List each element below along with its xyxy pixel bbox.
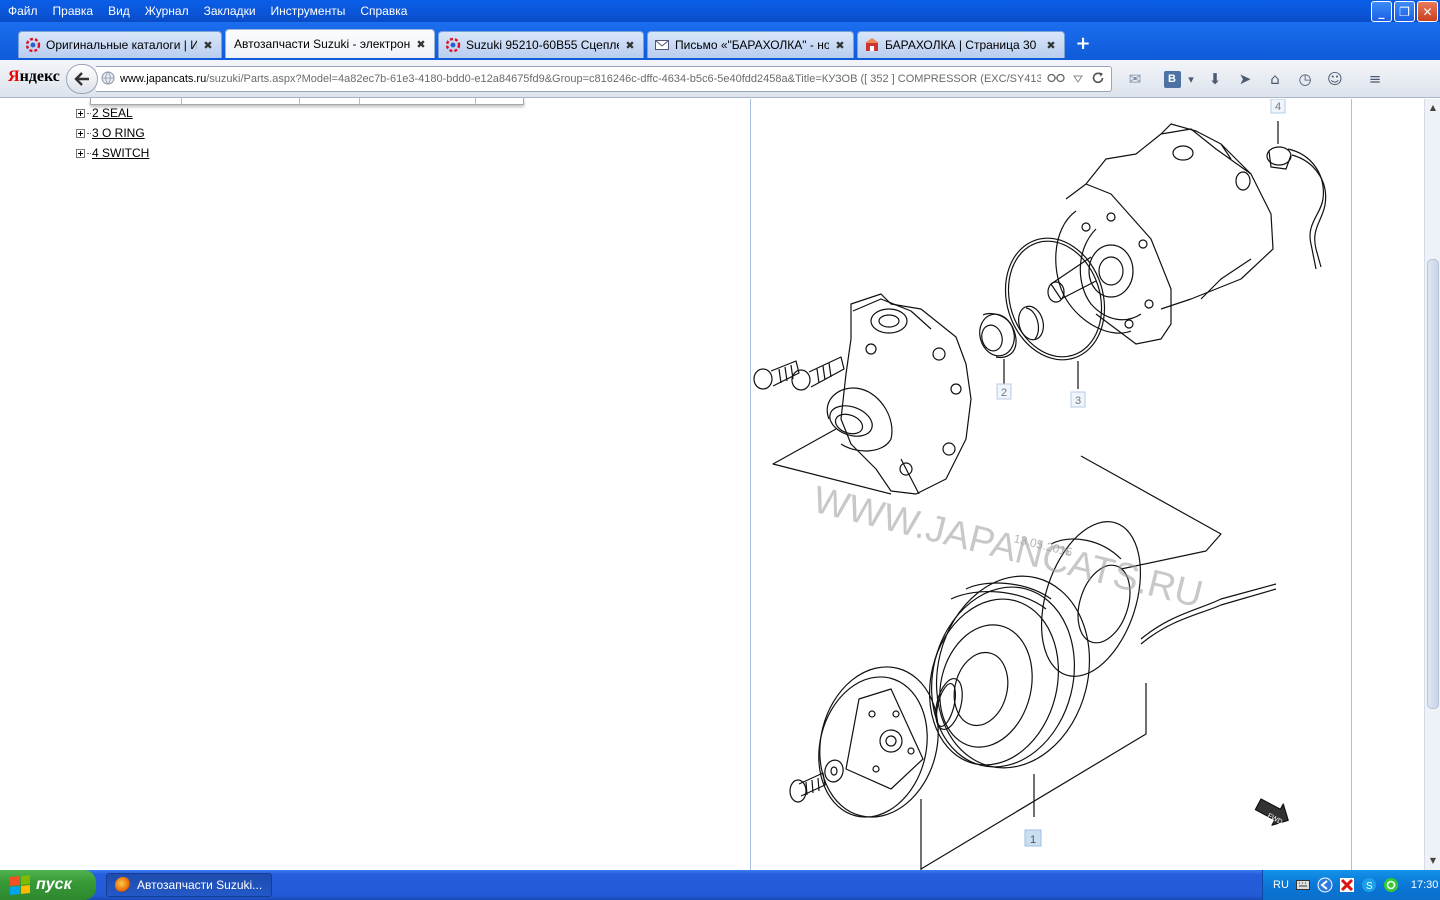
menu-view[interactable]: Вид [108, 4, 130, 18]
windows-taskbar: пуск Автозапчасти Suzuki... RU S 17:30 [0, 870, 1440, 900]
taskbar-firefox-item[interactable]: Автозапчасти Suzuki... [106, 873, 272, 897]
menu-bar: Файл Правка Вид Журнал Закладки Инструме… [0, 0, 422, 22]
menu-bookmarks[interactable]: Закладки [204, 4, 256, 18]
callout-3[interactable]: 3 [1070, 391, 1086, 408]
yandex-logo[interactable]: Яндекс [8, 68, 60, 86]
url-autocomplete-popup [90, 98, 524, 105]
send-icon[interactable]: ➤ [1230, 66, 1260, 92]
vertical-scrollbar[interactable]: ▲ ▼ [1424, 99, 1440, 870]
url-text[interactable]: www.japancats.ru/suzuki/Parts.aspx?Model… [120, 73, 1041, 85]
expand-icon[interactable] [76, 148, 85, 158]
callout-2[interactable]: 2 [996, 383, 1012, 400]
restore-button[interactable]: ❐ [1394, 1, 1415, 22]
japancats-icon [25, 37, 41, 53]
vk-dropdown-icon[interactable]: ▾ [1182, 66, 1200, 92]
vk-icon: B [1163, 70, 1181, 88]
smile-icon[interactable]: ☺ [1320, 66, 1350, 92]
history-icon[interactable]: ◷ [1290, 66, 1320, 92]
callout-4[interactable]: 4 [1270, 99, 1286, 114]
svg-text:3: 3 [1075, 395, 1081, 407]
address-bar[interactable]: www.japancats.ru/suzuki/Parts.aspx?Model… [96, 66, 1112, 92]
tab-close-icon[interactable]: ✖ [623, 39, 637, 52]
tab-mail-letter[interactable]: Письмо «"БАРАХОЛКА" - нов... ✖ [647, 31, 854, 58]
svg-text:1: 1 [1030, 834, 1036, 846]
tree-link[interactable]: 3 O RING [92, 126, 145, 140]
tab-close-icon[interactable]: ✖ [201, 39, 215, 52]
scroll-up-icon[interactable]: ▲ [1426, 101, 1440, 115]
compressor-body-drawing [1047, 123, 1274, 345]
menu-edit[interactable]: Правка [53, 4, 94, 18]
tab-suzuki-parts[interactable]: Автозапчасти Suzuki - электрон... ✖ [225, 29, 435, 58]
window-title-bar: Файл Правка Вид Журнал Закладки Инструме… [0, 0, 1440, 22]
tab-baraholka-forum[interactable]: БАРАХОЛКА | Страница 30 |... ✖ [857, 31, 1065, 58]
reload-icon[interactable] [1091, 71, 1105, 88]
menu-history[interactable]: Журнал [145, 4, 189, 18]
clock: 17:30 [1410, 879, 1439, 891]
reader-glasses-icon[interactable] [1047, 72, 1065, 86]
fwd-arrow-icon [1254, 798, 1289, 826]
navigation-toolbar: Яндекс www.japancats.ru/suzuki/Parts.asp… [0, 60, 1440, 98]
antivirus-icon[interactable] [1339, 877, 1355, 893]
callout-1[interactable]: 1 [1024, 829, 1042, 847]
system-tray: RU S 17:30 [1262, 870, 1440, 900]
watermark-text: WWW.JAPANCATS.RU [809, 479, 1207, 616]
back-button[interactable] [66, 64, 98, 94]
tree-link[interactable]: 2 SEAL [92, 106, 133, 120]
page-content: 2 SEAL 3 O RING 4 SWITCH FWD WWW.JAPANCA… [0, 99, 1424, 870]
toolbar-icons: ✉ B ▾ ⬇ ➤ ⌂ ◷ ☺ ≡ [1120, 66, 1390, 92]
history-dropdown-icon[interactable] [1073, 72, 1083, 86]
menu-help[interactable]: Справка [360, 4, 407, 18]
scroll-down-icon[interactable]: ▼ [1426, 854, 1440, 868]
menu-file[interactable]: Файл [8, 4, 38, 18]
firefox-icon [115, 877, 131, 893]
tab-close-icon[interactable]: ✖ [414, 38, 428, 51]
tab-suzuki-clutch[interactable]: Suzuki 95210-60B55 Сцеплен... ✖ [438, 31, 644, 58]
start-button[interactable]: пуск [0, 870, 96, 900]
bolts-drawing [753, 356, 845, 391]
tab-close-icon[interactable]: ✖ [833, 39, 847, 52]
parts-diagram-panel: FWD WWW.JAPANCATS.RU 13.05.2015 4 2 3 1 [750, 99, 1352, 870]
svg-text:2: 2 [1001, 387, 1007, 399]
menu-tools[interactable]: Инструменты [271, 4, 346, 18]
minimize-button[interactable]: _ [1371, 1, 1392, 22]
mail-icon[interactable]: ✉ [1120, 66, 1150, 92]
tree-item-seal[interactable]: 2 SEAL [76, 106, 133, 120]
home-icon[interactable]: ⌂ [1260, 66, 1290, 92]
svg-text:S: S [1366, 881, 1373, 892]
tree-link[interactable]: 4 SWITCH [92, 146, 149, 160]
download-icon[interactable]: ⬇ [1200, 66, 1230, 92]
seal-drawing [979, 305, 1044, 384]
back-arrow-icon [74, 72, 89, 86]
mail-icon [654, 37, 670, 53]
compressor-exploded-diagram[interactable]: FWD WWW.JAPANCATS.RU 13.05.2015 4 2 3 1 [751, 99, 1353, 870]
expand-icon[interactable] [76, 128, 85, 138]
tab-original-catalogs[interactable]: Оригинальные каталоги | И... ✖ [18, 31, 222, 58]
front-head-drawing [826, 293, 972, 495]
tab-bar: Оригинальные каталоги | И... ✖ Автозапча… [0, 22, 1440, 60]
tree-item-o-ring[interactable]: 3 O RING [76, 126, 145, 140]
vk-button[interactable]: B [1162, 66, 1182, 92]
japancats-icon [445, 37, 461, 53]
close-button[interactable]: ✕ [1417, 1, 1438, 22]
tree-item-switch[interactable]: 4 SWITCH [76, 146, 149, 160]
windows-logo-icon [10, 874, 30, 896]
new-tab-button[interactable]: + [1072, 34, 1094, 54]
language-indicator[interactable]: RU [1273, 879, 1289, 891]
mail-agent-icon[interactable] [1383, 877, 1399, 893]
keyboard-icon[interactable] [1295, 877, 1311, 893]
network-icon[interactable] [1317, 877, 1333, 893]
tab-close-icon[interactable]: ✖ [1044, 39, 1058, 52]
scrollbar-thumb[interactable] [1427, 259, 1439, 709]
url-tools [1041, 71, 1111, 88]
site-identity-icon[interactable] [100, 71, 116, 87]
switch-drawing [1266, 121, 1327, 270]
menu-icon[interactable]: ≡ [1360, 66, 1390, 92]
o-ring-drawing [1004, 237, 1106, 389]
forum-icon [864, 37, 880, 53]
skype-icon[interactable]: S [1361, 877, 1377, 893]
expand-icon[interactable] [76, 108, 85, 118]
window-controls: _ ❐ ✕ [1371, 1, 1438, 22]
svg-text:4: 4 [1275, 101, 1281, 113]
